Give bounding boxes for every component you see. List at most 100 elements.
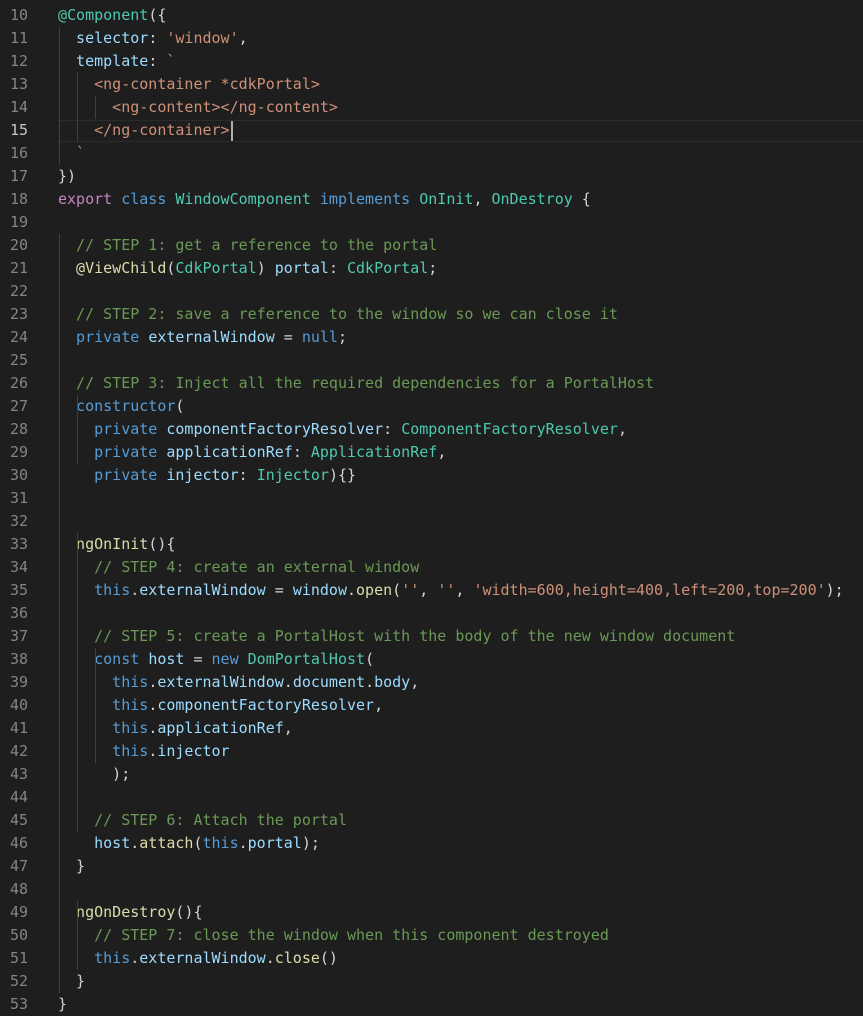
code-token: OnDestroy — [491, 190, 573, 208]
code-text: host.attach(this.portal); — [58, 832, 863, 855]
code-line[interactable]: 24 private externalWindow = null; — [0, 326, 863, 349]
code-token: 'width=600,height=400,left=200,top=200' — [473, 581, 826, 599]
code-line[interactable]: 27 constructor( — [0, 395, 863, 418]
code-line[interactable]: 44 — [0, 786, 863, 809]
code-line[interactable]: 30 private injector: Injector){} — [0, 464, 863, 487]
code-line[interactable]: 32 — [0, 510, 863, 533]
code-token: // STEP 4: create an external window — [58, 558, 420, 576]
code-token: this — [58, 581, 131, 599]
code-line[interactable]: 36 — [0, 602, 863, 625]
code-text: // STEP 2: save a reference to the windo… — [58, 303, 863, 326]
code-line[interactable]: 22 — [0, 280, 863, 303]
code-token: ; — [428, 259, 438, 277]
code-line[interactable]: 33 ngOnInit(){ — [0, 533, 863, 556]
code-text: this.applicationRef, — [58, 717, 863, 740]
line-number: 41 — [9, 719, 28, 737]
code-line[interactable]: 28 private componentFactoryResolver: Com… — [0, 418, 863, 441]
code-line[interactable]: 50 // STEP 7: close the window when this… — [0, 924, 863, 947]
code-text: export class WindowComponent implements … — [58, 188, 863, 211]
code-text: ngOnDestroy(){ — [58, 901, 863, 924]
code-line[interactable]: 43 ); — [0, 763, 863, 786]
line-number: 45 — [9, 811, 28, 829]
code-line[interactable]: 25 — [0, 349, 863, 372]
code-token: @Component — [58, 6, 149, 24]
line-number: 26 — [9, 374, 28, 392]
code-token: ); — [58, 765, 131, 783]
code-line[interactable]: 14 <ng-content></ng-content> — [0, 96, 863, 119]
code-token: null — [301, 328, 338, 346]
code-line[interactable]: 21 @ViewChild(CdkPortal) portal: CdkPort… — [0, 257, 863, 280]
code-token: CdkPortal — [347, 259, 429, 277]
code-line[interactable]: 26 // STEP 3: Inject all the required de… — [0, 372, 863, 395]
code-token: . — [365, 673, 375, 691]
code-token: DomPortalHost — [247, 650, 366, 668]
code-text: constructor( — [58, 395, 863, 418]
code-token: . — [347, 581, 357, 599]
code-token: template — [58, 52, 149, 70]
indent-guide — [59, 27, 60, 165]
line-number: 39 — [9, 673, 28, 691]
code-editor[interactable]: 10 @Component({11 selector: 'window', 12 t… — [0, 0, 863, 1013]
code-token: // STEP 1: get a reference to the portal — [58, 236, 438, 254]
code-token: this — [58, 949, 131, 967]
line-number: 42 — [9, 742, 28, 760]
code-token: externalWindow — [139, 581, 266, 599]
line-number: 51 — [9, 949, 28, 967]
line-number: 29 — [9, 443, 28, 461]
code-line[interactable]: 15 </ng-container> — [0, 119, 863, 142]
code-line[interactable]: 17}) — [0, 165, 863, 188]
code-line[interactable]: 23 // STEP 2: save a reference to the wi… — [0, 303, 863, 326]
line-number: 21 — [9, 259, 28, 277]
code-token: private — [58, 420, 158, 438]
code-token: applicationRef — [157, 719, 284, 737]
code-token: constructor — [58, 397, 176, 415]
code-token: ` — [58, 144, 86, 162]
code-line[interactable]: 52 } — [0, 970, 863, 993]
code-line[interactable]: 20 // STEP 1: get a reference to the por… — [0, 234, 863, 257]
code-line[interactable]: 42 this.injector — [0, 740, 863, 763]
line-number: 17 — [9, 167, 28, 185]
code-line[interactable]: 12 template: ` — [0, 50, 863, 73]
code-text: } — [58, 993, 863, 1016]
code-token: WindowComponent — [175, 190, 311, 208]
code-token: injector — [157, 742, 230, 760]
code-line[interactable]: 45 // STEP 6: Attach the portal — [0, 809, 863, 832]
code-line[interactable]: 53} — [0, 993, 863, 1016]
code-line[interactable]: 19 — [0, 211, 863, 234]
code-line[interactable]: 37 // STEP 5: create a PortalHost with t… — [0, 625, 863, 648]
code-line[interactable]: 13 <ng-container *cdkPortal> — [0, 73, 863, 96]
code-line[interactable]: 41 this.applicationRef, — [0, 717, 863, 740]
code-token: // STEP 2: save a reference to the windo… — [58, 305, 618, 323]
code-token: , — [283, 719, 293, 737]
code-line[interactable]: 49 ngOnDestroy(){ — [0, 901, 863, 924]
code-token: Injector — [256, 466, 329, 484]
indent-guide — [77, 533, 79, 832]
code-token: ngOnDestroy — [58, 903, 176, 921]
code-line[interactable]: 34 // STEP 4: create an external window — [0, 556, 863, 579]
code-token: attach — [139, 834, 194, 852]
line-number: 12 — [9, 52, 28, 70]
code-token: . — [283, 673, 293, 691]
code-line[interactable]: 46 host.attach(this.portal); — [0, 832, 863, 855]
code-text: // STEP 5: create a PortalHost with the … — [58, 625, 863, 648]
code-text: // STEP 3: Inject all the required depen… — [58, 372, 863, 395]
code-line[interactable]: 39 this.externalWindow.document.body, — [0, 671, 863, 694]
code-line[interactable]: 38 const host = new DomPortalHost( — [0, 648, 863, 671]
code-line[interactable]: 16 ` — [0, 142, 863, 165]
code-token: selector — [58, 29, 149, 47]
code-line[interactable]: 35 this.externalWindow = window.open('',… — [0, 579, 863, 602]
code-line[interactable]: 47 } — [0, 855, 863, 878]
code-token: } — [58, 972, 86, 990]
code-line[interactable]: 48 — [0, 878, 863, 901]
code-line[interactable]: 29 private applicationRef: ApplicationRe… — [0, 441, 863, 464]
code-line[interactable]: 40 this.componentFactoryResolver, — [0, 694, 863, 717]
code-line[interactable]: 51 this.externalWindow.close() — [0, 947, 863, 970]
code-text: private externalWindow = null; — [58, 326, 863, 349]
code-line[interactable]: 18 export class WindowComponent implement… — [0, 188, 863, 211]
code-line[interactable]: 10 @Component({ — [0, 4, 863, 27]
code-line[interactable]: 11 selector: 'window', — [0, 27, 863, 50]
code-token: this — [58, 742, 149, 760]
code-token: new — [211, 650, 239, 668]
code-line[interactable]: 31 — [0, 487, 863, 510]
